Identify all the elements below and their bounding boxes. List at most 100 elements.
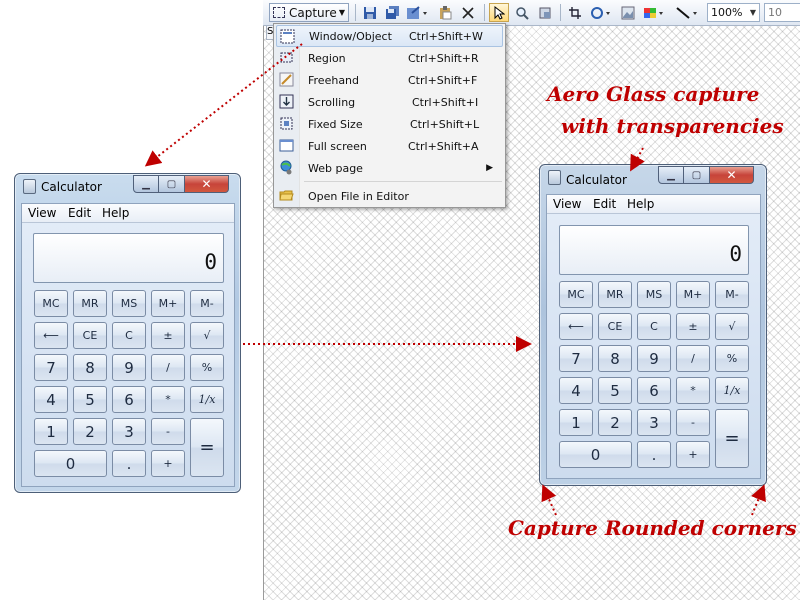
key-divide[interactable]: /	[151, 354, 185, 381]
save-all-icon[interactable]	[382, 3, 402, 22]
key-6[interactable]: 6	[637, 377, 671, 404]
key-8[interactable]: 8	[598, 345, 632, 372]
key-5[interactable]: 5	[73, 386, 107, 413]
menu-item-window-object[interactable]: Window/Object Ctrl+Shift+W	[276, 25, 503, 47]
resize-icon[interactable]	[565, 3, 585, 22]
key-reciprocal[interactable]: 1/x	[190, 386, 224, 413]
calculator-window-captured[interactable]: Calculator ▁ ▢ ✕ View Edit Help 0 MC MR MS…	[539, 164, 767, 486]
key-mc[interactable]: MC	[34, 290, 68, 317]
menu-view[interactable]: View	[553, 197, 581, 211]
key-2[interactable]: 2	[73, 418, 107, 445]
key-percent[interactable]: %	[190, 354, 224, 381]
key-3[interactable]: 3	[637, 409, 671, 436]
key-backspace[interactable]: ⟵	[34, 322, 68, 349]
menu-item-open-file-in-editor[interactable]: Open File in Editor	[276, 185, 503, 207]
menu-edit[interactable]: Edit	[593, 197, 616, 211]
crop-tool-icon[interactable]	[535, 3, 555, 22]
menu-separator	[304, 181, 502, 182]
calculator-display: 0	[559, 225, 749, 275]
submenu-arrow-icon: ▶	[486, 163, 493, 173]
key-subtract[interactable]: -	[676, 409, 710, 436]
minimize-button[interactable]: ▁	[133, 175, 159, 193]
menu-item-fixed-size[interactable]: Fixed Size Ctrl+Shift+L	[276, 113, 503, 135]
menu-item-freehand[interactable]: Freehand Ctrl+Shift+F	[276, 69, 503, 91]
save-icon[interactable]	[360, 3, 380, 22]
web-page-icon	[280, 160, 292, 175]
key-9[interactable]: 9	[112, 354, 146, 381]
pointer-tool-icon[interactable]	[489, 3, 509, 22]
key-subtract[interactable]: -	[151, 418, 185, 445]
key-7[interactable]: 7	[559, 345, 593, 372]
key-equals[interactable]: =	[715, 409, 749, 468]
key-percent[interactable]: %	[715, 345, 749, 372]
key-backspace[interactable]: ⟵	[559, 313, 593, 340]
key-equals[interactable]: =	[190, 418, 224, 477]
minimize-icon: ▁	[142, 178, 150, 190]
key-3[interactable]: 3	[112, 418, 146, 445]
close-button[interactable]: ✕	[185, 175, 229, 193]
paste-icon[interactable]	[435, 3, 455, 22]
minimize-button[interactable]: ▁	[658, 166, 684, 184]
calculator-window-original[interactable]: Calculator ▁ ▢ ✕ View Edit Help 0 MC MR MS…	[14, 173, 241, 493]
key-mr[interactable]: MR	[598, 281, 632, 308]
key-0[interactable]: 0	[34, 450, 107, 477]
key-decimal[interactable]: .	[637, 441, 671, 468]
menu-help[interactable]: Help	[102, 206, 129, 220]
key-add[interactable]: +	[676, 441, 710, 468]
maximize-button[interactable]: ▢	[684, 166, 710, 184]
capture-button[interactable]: Capture ▼	[269, 3, 349, 22]
key-decimal[interactable]: .	[112, 450, 146, 477]
menu-help[interactable]: Help	[627, 197, 654, 211]
key-8[interactable]: 8	[73, 354, 107, 381]
key-reciprocal[interactable]: 1/x	[715, 377, 749, 404]
key-9[interactable]: 9	[637, 345, 671, 372]
menu-edit[interactable]: Edit	[68, 206, 91, 220]
key-4[interactable]: 4	[34, 386, 68, 413]
key-6[interactable]: 6	[112, 386, 146, 413]
key-5[interactable]: 5	[598, 377, 632, 404]
color-palette-icon[interactable]	[641, 3, 667, 22]
close-icon[interactable]	[458, 3, 478, 22]
key-mr[interactable]: MR	[73, 290, 107, 317]
key-4[interactable]: 4	[559, 377, 593, 404]
close-button[interactable]: ✕	[710, 166, 754, 184]
key-sqrt[interactable]: √	[715, 313, 749, 340]
key-multiply[interactable]: *	[151, 386, 185, 413]
key-add[interactable]: +	[151, 450, 185, 477]
key-plus-minus[interactable]: ±	[676, 313, 710, 340]
zoom-tool-icon[interactable]	[512, 3, 532, 22]
maximize-button[interactable]: ▢	[159, 175, 185, 193]
menu-item-web-page[interactable]: Web page ▶	[276, 157, 503, 179]
key-c[interactable]: C	[112, 322, 146, 349]
key-1[interactable]: 1	[559, 409, 593, 436]
menu-view[interactable]: View	[28, 206, 56, 220]
key-7[interactable]: 7	[34, 354, 68, 381]
line-tool-icon[interactable]	[673, 3, 701, 22]
key-m-minus[interactable]: M-	[190, 290, 224, 317]
rotate-icon[interactable]	[588, 3, 614, 22]
key-ms[interactable]: MS	[112, 290, 146, 317]
key-2[interactable]: 2	[598, 409, 632, 436]
image-effects-icon[interactable]	[618, 3, 638, 22]
key-divide[interactable]: /	[676, 345, 710, 372]
key-plus-minus[interactable]: ±	[151, 322, 185, 349]
menu-item-region[interactable]: Region Ctrl+Shift+R	[276, 47, 503, 69]
menu-item-full-screen[interactable]: Full screen Ctrl+Shift+A	[276, 135, 503, 157]
size-combo[interactable]: 10	[764, 3, 800, 22]
key-multiply[interactable]: *	[676, 377, 710, 404]
key-m-plus[interactable]: M+	[676, 281, 710, 308]
menu-item-scrolling[interactable]: Scrolling Ctrl+Shift+I	[276, 91, 503, 113]
key-ce[interactable]: CE	[598, 313, 632, 340]
key-sqrt[interactable]: √	[190, 322, 224, 349]
key-0[interactable]: 0	[559, 441, 632, 468]
key-c[interactable]: C	[637, 313, 671, 340]
key-m-plus[interactable]: M+	[151, 290, 185, 317]
full-screen-icon	[279, 139, 294, 152]
key-ms[interactable]: MS	[637, 281, 671, 308]
zoom-combo[interactable]: 100% ▼	[707, 3, 760, 22]
key-mc[interactable]: MC	[559, 281, 593, 308]
key-ce[interactable]: CE	[73, 322, 107, 349]
key-m-minus[interactable]: M-	[715, 281, 749, 308]
export-icon[interactable]	[404, 3, 430, 22]
key-1[interactable]: 1	[34, 418, 68, 445]
